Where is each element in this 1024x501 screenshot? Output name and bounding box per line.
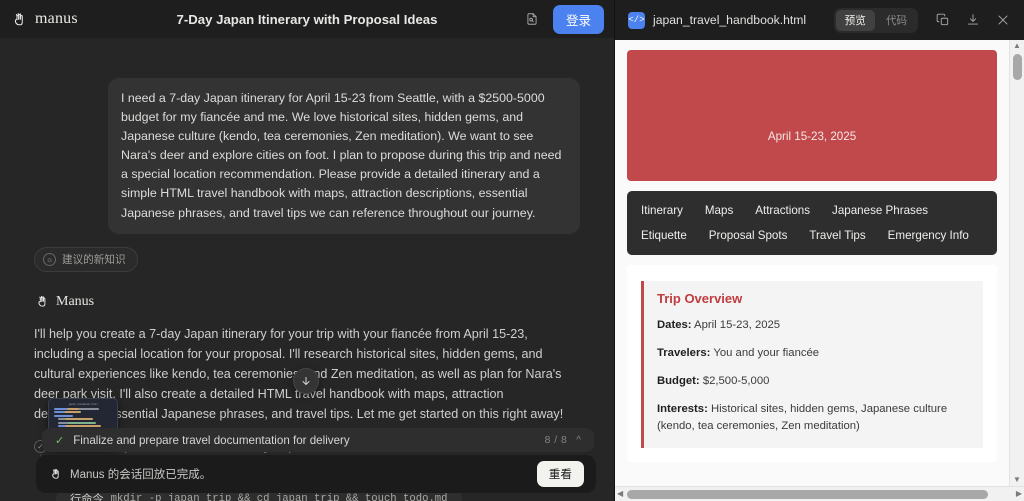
agent-header: Manus [34,294,580,310]
horizontal-scrollbar[interactable]: ◀ ▶ [615,486,1024,501]
suggested-knowledge-label: 建议的新知识 [62,253,126,266]
tab-code[interactable]: 代码 [877,10,916,31]
brand-logo[interactable]: manus [10,10,78,29]
manus-hand-logo-icon [10,10,29,29]
final-task-label: Finalize and prepare travel documentatio… [73,433,350,447]
login-button[interactable]: 登录 [552,4,604,34]
task-progress-count: 8 / 8 [544,434,568,446]
manus-hand-logo-icon [48,467,63,482]
preview-code-toggle: 预览 代码 [833,7,918,33]
topbar-actions: 登录 [521,4,604,34]
vertical-scroll-track[interactable] [1010,50,1024,476]
agent-name: Manus [56,293,95,309]
nav-link-attractions[interactable]: Attractions [755,202,810,219]
horizontal-scroll-row: ◀ ▶ [615,486,1024,501]
trip-overview-card: Trip Overview Dates: April 15-23, 2025 T… [627,265,997,462]
command-text: mkdir -p japan_trip && cd japan_trip && … [110,492,448,501]
chat-topbar: manus 7-Day Japan Itinerary with Proposa… [0,0,614,38]
preview-row: April 15-23, 2025 Itinerary Maps Attract… [615,40,1024,486]
preview-column: April 15-23, 2025 Itinerary Maps Attract… [615,40,1024,501]
copy-icon[interactable] [932,9,954,31]
trip-overview-inner: Trip Overview Dates: April 15-23, 2025 T… [641,281,983,448]
overview-row-travelers: Travelers: You and your fiancée [657,345,970,362]
section-title: Trip Overview [657,291,743,306]
user-message-row: I need a 7-day Japan itinerary for April… [34,38,580,234]
app-root: manus 7-Day Japan Itinerary with Proposa… [0,0,1024,501]
preview-viewport: April 15-23, 2025 Itinerary Maps Attract… [615,40,1024,501]
horizontal-scroll-track[interactable] [623,487,1016,501]
scroll-up-arrow-icon[interactable]: ▲ [1013,42,1021,50]
overview-row-dates: Dates: April 15-23, 2025 [657,317,970,334]
rendered-html-document: April 15-23, 2025 Itinerary Maps Attract… [615,40,1009,486]
nav-link-maps[interactable]: Maps [705,202,733,219]
nav-link-etiquette[interactable]: Etiquette [641,227,687,244]
document-nav: Itinerary Maps Attractions Japanese Phra… [627,191,997,255]
file-preview-panel: </> japan_travel_handbook.html 预览 代码 Apr… [614,0,1024,501]
file-preview-topbar: </> japan_travel_handbook.html 预览 代码 [615,0,1024,40]
nav-link-emergency-info[interactable]: Emergency Info [888,227,969,244]
brand-name: manus [35,10,78,27]
code-file-icon: </> [628,11,645,29]
overview-key-interests: Interests: [657,403,708,415]
nav-link-japanese-phrases[interactable]: Japanese Phrases [832,202,928,219]
check-icon: ✓ [55,434,65,447]
overview-key-dates: Dates: [657,319,692,331]
horizontal-scroll-thumb[interactable] [627,490,988,499]
user-message-bubble: I need a 7-day Japan itinerary for April… [108,78,580,234]
close-icon[interactable] [992,9,1014,31]
file-actions [932,9,1014,31]
final-task-bar[interactable]: ✓ Finalize and prepare travel documentat… [42,428,594,452]
overview-row-interests: Interests: Historical sites, hidden gems… [657,401,970,435]
nav-link-travel-tips[interactable]: Travel Tips [809,227,865,244]
nav-link-proposal-spots[interactable]: Proposal Spots [709,227,788,244]
overview-row-budget: Budget: $2,500-5,000 [657,373,970,390]
overview-key-travelers: Travelers: [657,347,711,359]
manus-hand-logo-icon [34,294,50,310]
replay-status-text: Manus 的会话回放已完成。 [70,469,212,481]
replay-button[interactable]: 重看 [536,461,584,487]
scroll-right-arrow-icon[interactable]: ▶ [1016,490,1022,498]
scroll-to-bottom-button[interactable] [293,368,319,394]
vertical-scrollbar[interactable]: ▲ ▼ [1009,40,1024,486]
vertical-scroll-thumb[interactable] [1013,54,1022,80]
thumbnail-title: japan_handbook.html [68,403,98,406]
overview-value-dates: April 15-23, 2025 [694,319,781,331]
chat-panel: manus 7-Day Japan Itinerary with Proposa… [0,0,614,501]
overview-key-budget: Budget: [657,375,700,387]
overview-value-travelers: You and your fiancée [713,347,820,359]
arrow-down-icon [302,377,310,385]
nav-link-itinerary[interactable]: Itinerary [641,202,683,219]
download-icon[interactable] [962,9,984,31]
hero-banner: April 15-23, 2025 [627,50,997,181]
file-name: japan_travel_handbook.html [653,13,807,27]
document-search-icon[interactable] [521,8,543,30]
scroll-down-arrow-icon[interactable]: ▼ [1013,476,1021,484]
lightbulb-icon: ☼ [43,252,56,266]
overview-value-budget: $2,500-5,000 [702,375,770,387]
replay-status-bar: Manus 的会话回放已完成。 重看 [36,455,596,493]
hero-date: April 15-23, 2025 [767,130,857,143]
tab-preview[interactable]: 预览 [835,9,875,31]
suggested-knowledge-chip[interactable]: ☼ 建议的新知识 [34,246,138,272]
chevron-up-icon[interactable]: ^ [576,435,581,446]
